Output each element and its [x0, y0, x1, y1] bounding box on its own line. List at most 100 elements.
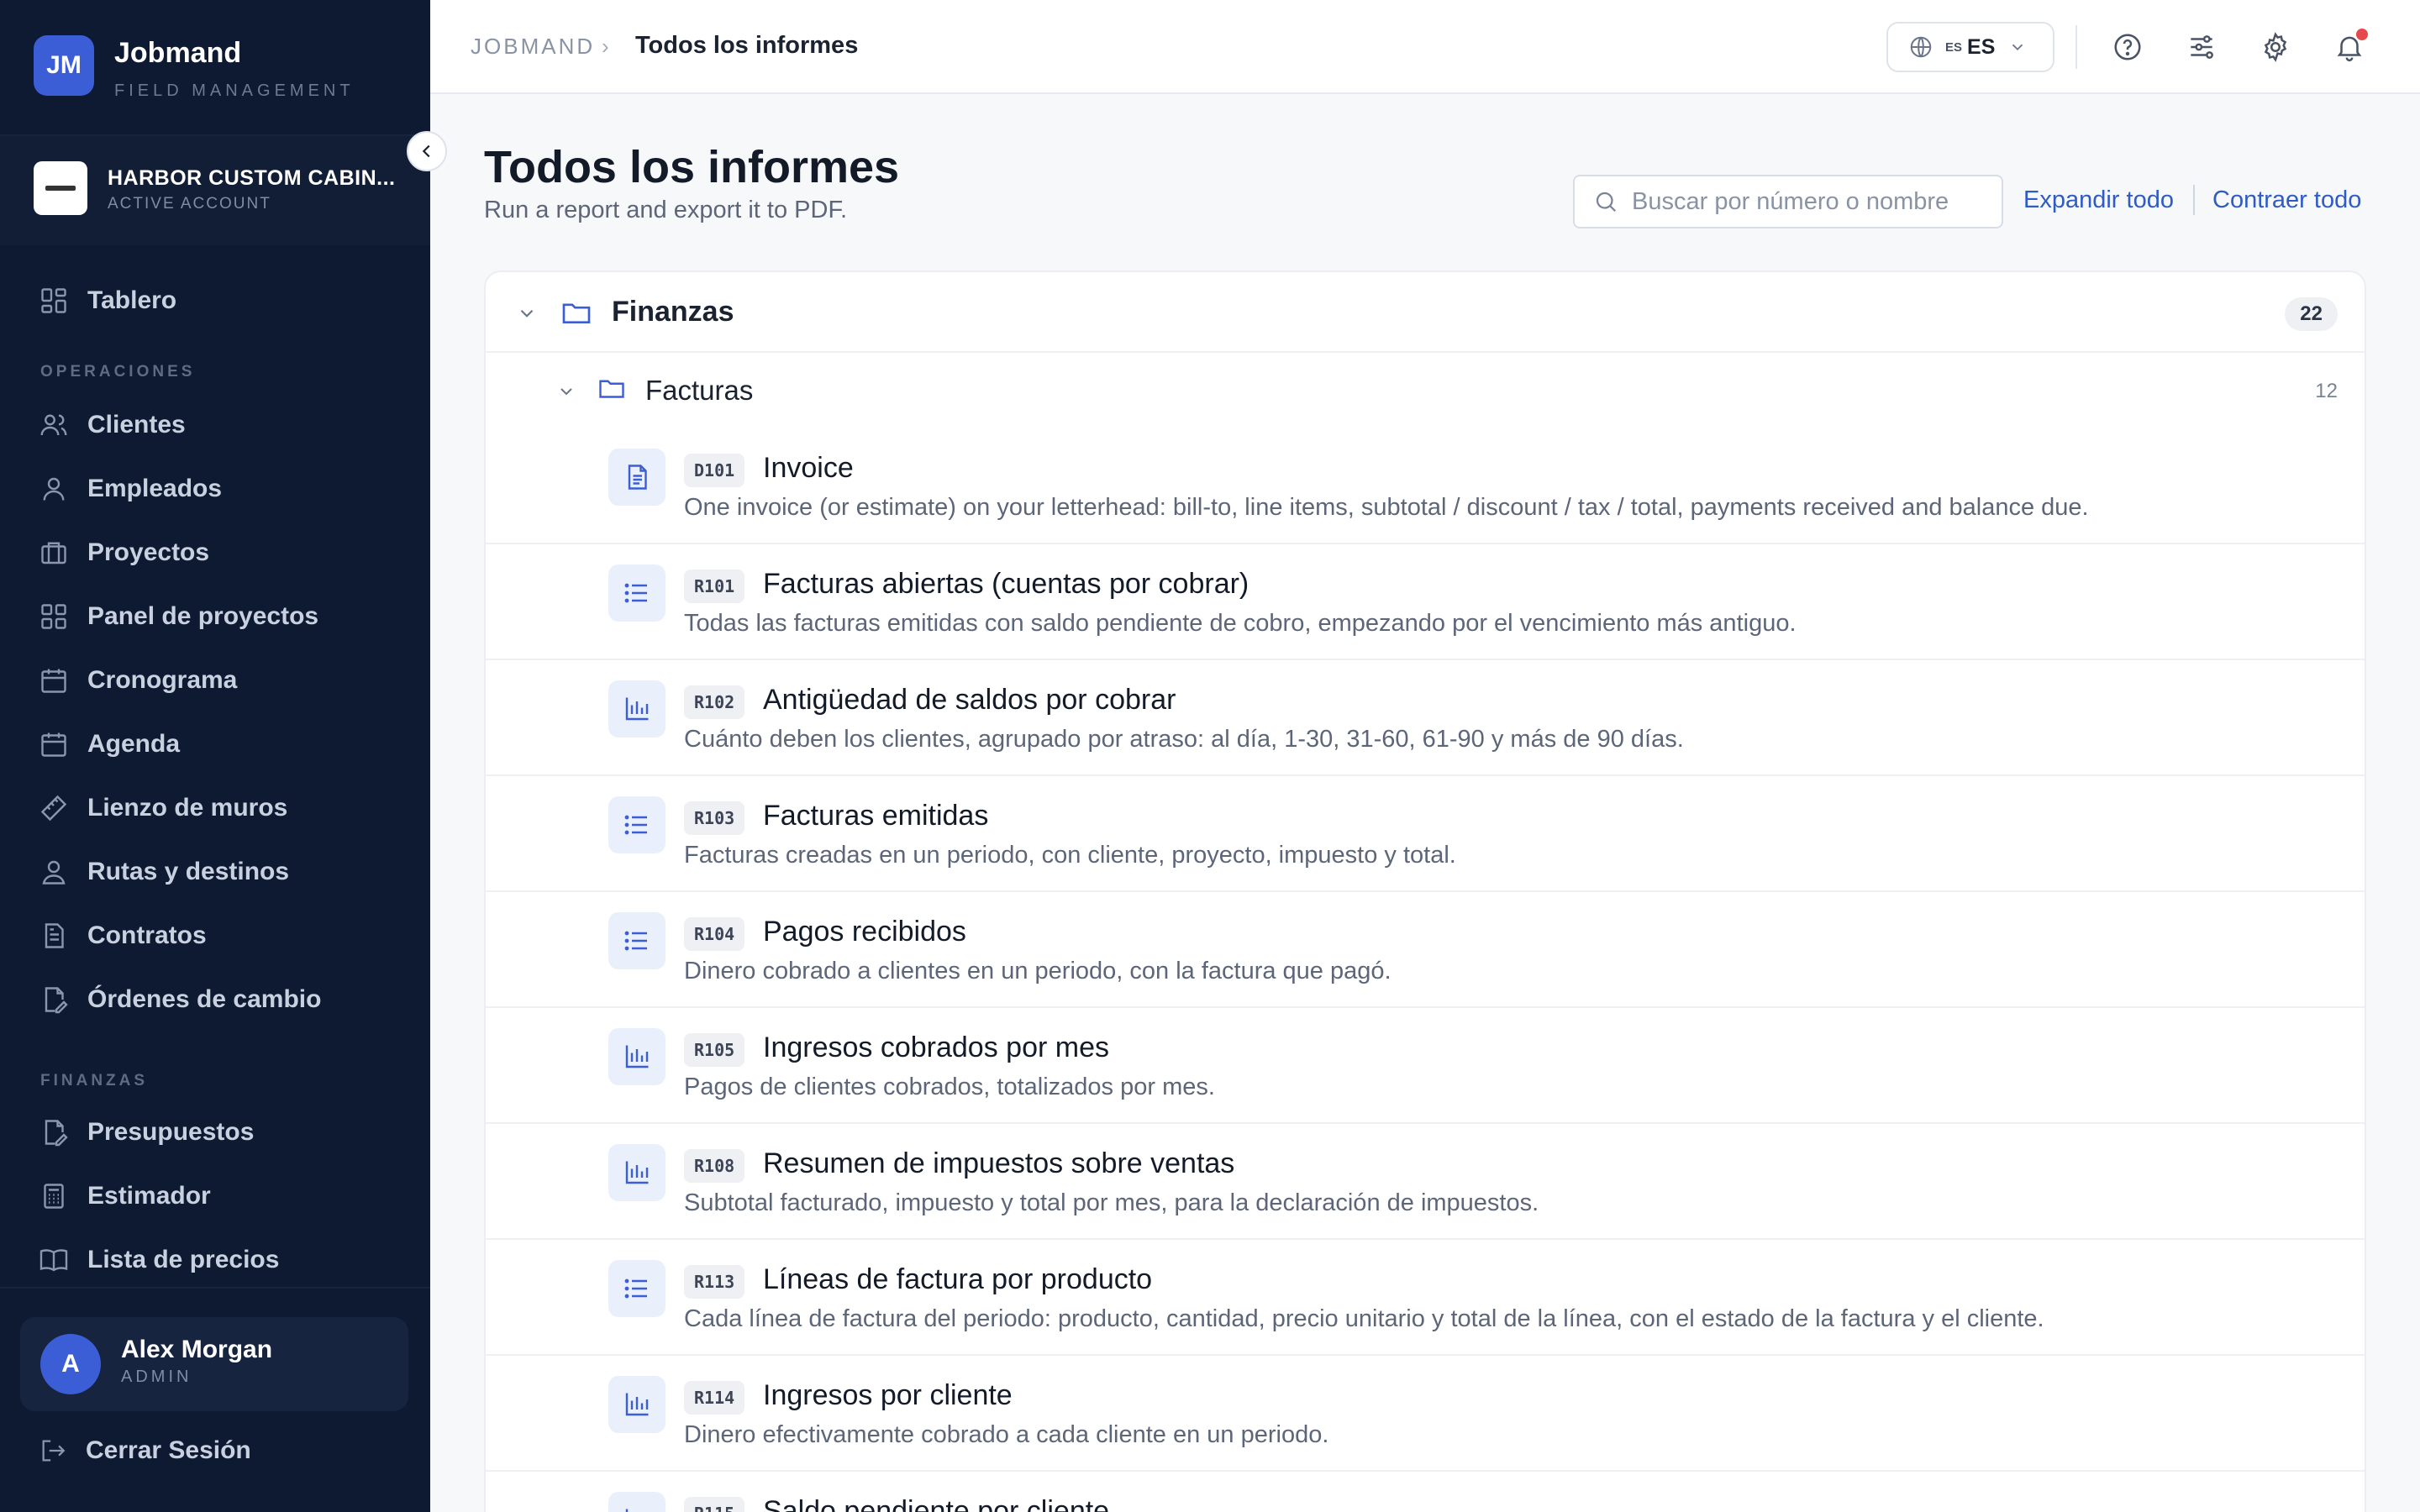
report-description: Cuánto deben los clientes, agrupado por … — [684, 726, 1684, 753]
document-icon — [608, 449, 666, 506]
report-title: Facturas abiertas (cuentas por cobrar) — [763, 568, 1249, 600]
sidebar-item-clientes[interactable]: Clientes — [39, 404, 186, 446]
map-pin-user-icon — [42, 860, 66, 885]
report-row[interactable]: R105 Ingresos cobrados por mes Pagos de cl… — [486, 1008, 2365, 1124]
sidebar-item-empleados[interactable]: Empleados — [39, 468, 222, 510]
sidebar-item-label: Lienzo de muros — [87, 794, 288, 822]
sliders-icon — [2191, 35, 2213, 59]
brand-logo: JM — [34, 35, 94, 96]
topbar: JOBMAND › Todos los informes ES ES — [430, 0, 2420, 94]
notification-badge — [2356, 29, 2368, 40]
report-row[interactable]: R103 Facturas emitidas Facturas creadas en… — [486, 776, 2365, 892]
list-icon — [608, 912, 666, 969]
sidebar-item-cronograma[interactable]: Cronograma — [39, 659, 237, 701]
report-row[interactable]: R115 Saldo pendiente por cliente — [486, 1472, 2365, 1512]
expand-all-button[interactable]: Expandir todo — [2023, 186, 2174, 214]
subgroup-name: Facturas — [645, 375, 754, 406]
sidebar-item-label: Órdenes de cambio — [87, 985, 322, 1013]
collapse-sidebar-button[interactable] — [407, 131, 447, 171]
search-input[interactable] — [1632, 187, 1968, 216]
report-title: Invoice — [763, 452, 854, 484]
grid-icon — [41, 604, 66, 629]
chevron-down-icon — [2012, 44, 2023, 51]
help-button[interactable] — [2109, 29, 2146, 66]
sidebar-item-label: Agenda — [87, 730, 181, 758]
account-switcher[interactable]: HARBOR CUSTOM CABIN... ACTIVE ACCOUNT — [0, 136, 430, 245]
account-name: HARBOR CUSTOM CABIN... — [108, 166, 396, 190]
report-code-badge: R104 — [684, 917, 745, 951]
report-row[interactable]: R101 Facturas abiertas (cuentas por cobra… — [486, 544, 2365, 660]
notifications-button[interactable] — [2331, 29, 2368, 66]
report-description: One invoice (or estimate) on your letter… — [684, 494, 2089, 521]
report-description: Facturas creadas en un periodo, con clie… — [684, 842, 1456, 869]
report-row[interactable]: R104 Pagos recibidos Dinero cobrado a clie… — [486, 892, 2365, 1008]
logout-label: Cerrar Sesión — [86, 1436, 251, 1464]
sidebar-item-agenda[interactable]: Agenda — [39, 723, 180, 765]
folder-icon — [562, 303, 591, 323]
account-logo — [34, 161, 87, 215]
subgroup-row-facturas[interactable]: Facturas 12 — [486, 353, 2365, 428]
report-row[interactable]: R102 Antigüedad de saldos por cobrar Cuánt… — [486, 660, 2365, 776]
sidebar-item-label: Cronograma — [87, 666, 238, 694]
sidebar-item-ordenes-de-cambio[interactable]: Órdenes de cambio — [39, 979, 321, 1021]
report-title: Pagos recibidos — [763, 916, 966, 948]
brand-name: Jobmand — [114, 37, 242, 69]
language-code: ES — [1967, 34, 1996, 59]
language-selector[interactable]: ES ES — [1886, 22, 2054, 72]
bar-chart-icon — [608, 1492, 666, 1512]
settings-button[interactable] — [2257, 29, 2294, 66]
report-code-badge: R105 — [684, 1033, 745, 1067]
chevron-down-icon — [560, 388, 572, 396]
logout-button[interactable]: Cerrar Sesión — [39, 1436, 251, 1465]
report-title: Saldo pendiente por cliente — [763, 1495, 1110, 1512]
calendar-icon — [41, 669, 66, 693]
sidebar-item-lista-de-precios[interactable]: Lista de precios — [39, 1239, 279, 1281]
report-title: Ingresos por cliente — [763, 1379, 1013, 1411]
search-box — [1573, 175, 2003, 228]
report-description: Pagos de clientes cobrados, totalizados … — [684, 1074, 1215, 1100]
avatar: A — [40, 1334, 101, 1394]
user-card[interactable]: A Alex Morgan ADMIN — [20, 1317, 408, 1411]
sidebar-item-contratos[interactable]: Contratos — [39, 915, 207, 957]
logout-icon — [42, 1440, 66, 1462]
report-description: Cada línea de factura del periodo: produ… — [684, 1305, 2044, 1332]
search-icon — [1596, 192, 1617, 213]
document-edit-icon — [45, 1120, 68, 1147]
report-code-badge: R113 — [684, 1265, 745, 1299]
list-icon — [608, 1260, 666, 1317]
sidebar-item-label: Lista de precios — [87, 1246, 280, 1273]
briefcase-icon — [41, 542, 66, 564]
breadcrumb-current: Todos los informes — [635, 32, 859, 59]
page-subtitle: Run a report and export it to PDF. — [484, 197, 847, 223]
report-row[interactable]: R108 Resumen de impuestos sobre ventas Sub… — [486, 1124, 2365, 1240]
document-edit-icon — [45, 987, 68, 1014]
sidebar-item-estimador[interactable]: Estimador — [39, 1175, 211, 1217]
report-code-badge: R102 — [684, 685, 745, 719]
report-title: Líneas de factura por producto — [763, 1263, 1153, 1295]
group-row-finanzas[interactable]: Finanzas 22 — [486, 272, 2365, 353]
sidebar-item-lienzo-de-muros[interactable]: Lienzo de muros — [39, 787, 287, 829]
sidebar-item-panel-de-proyectos[interactable]: Panel de proyectos — [39, 596, 318, 638]
collapse-all-button[interactable]: Contraer todo — [2212, 186, 2361, 214]
filters-button[interactable] — [2183, 29, 2220, 66]
sidebar-item-label: Empleados — [87, 475, 223, 502]
sidebar-item-presupuestos[interactable]: Presupuestos — [39, 1111, 254, 1153]
report-row[interactable]: R114 Ingresos por cliente Dinero efectivam… — [486, 1356, 2365, 1472]
bar-chart-icon — [608, 1028, 666, 1085]
sidebar-item-label: Estimador — [87, 1182, 211, 1210]
language-flag: ES — [1945, 39, 1963, 55]
report-row[interactable]: D101 Invoice One invoice (or estimate) on … — [486, 428, 2365, 544]
report-row[interactable]: R113 Líneas de factura por producto Cada l… — [486, 1240, 2365, 1356]
chevron-right-icon: › — [602, 34, 609, 59]
sidebar-item-rutas-y-destinos[interactable]: Rutas y destinos — [39, 851, 289, 893]
users-icon — [40, 414, 67, 436]
user-name: Alex Morgan — [121, 1336, 273, 1363]
report-title: Antigüedad de saldos por cobrar — [763, 684, 1176, 716]
sidebar-item-label: Proyectos — [87, 538, 210, 566]
chevron-left-icon — [422, 144, 430, 158]
sidebar-item-proyectos[interactable]: Proyectos — [39, 532, 209, 574]
sidebar-item-tablero[interactable]: Tablero — [39, 280, 176, 322]
breadcrumb-root[interactable]: JOBMAND — [471, 34, 595, 60]
brand: JM Jobmand FIELD MANAGEMENT — [34, 35, 355, 101]
reports-tree: Finanzas 22 Facturas 12 D101 Invoice One i… — [484, 270, 2366, 1512]
